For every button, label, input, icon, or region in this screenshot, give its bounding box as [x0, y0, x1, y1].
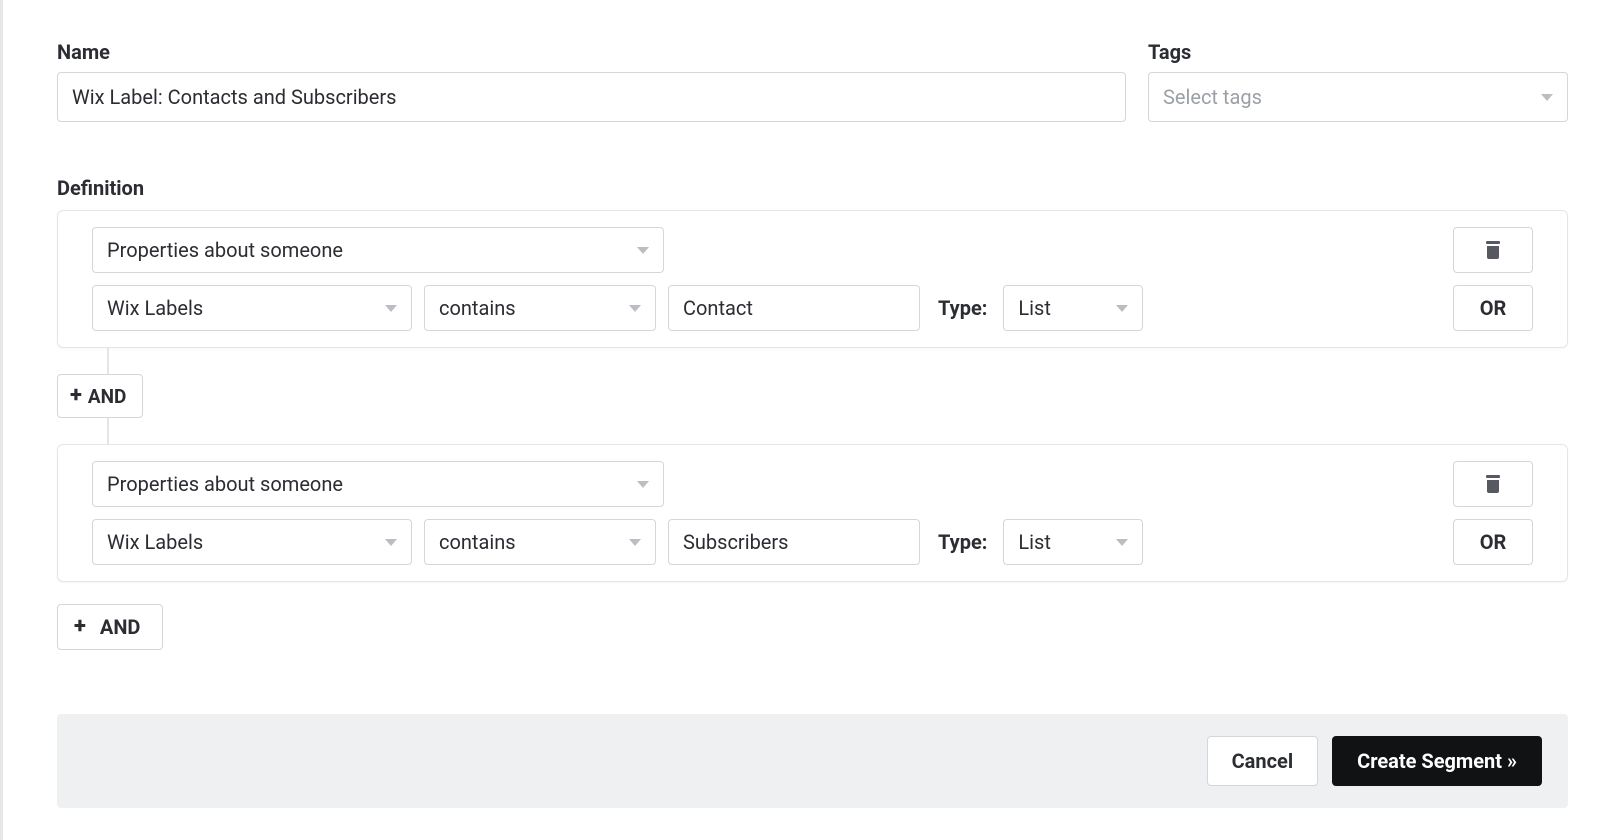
plus-icon: + — [70, 385, 82, 407]
cancel-button-label: Cancel — [1232, 749, 1294, 773]
block-top-row: Properties about someone — [92, 227, 1533, 273]
trash-icon — [1485, 241, 1501, 259]
delete-block-button[interactable] — [1453, 461, 1533, 507]
or-button[interactable]: OR — [1453, 285, 1533, 331]
type-label: Type: — [938, 530, 987, 554]
definition-block-wrap: Properties about someone Wix Labels cont… — [57, 444, 1622, 582]
delete-block-button[interactable] — [1453, 227, 1533, 273]
chevron-down-icon — [637, 481, 649, 488]
cancel-button[interactable]: Cancel — [1207, 736, 1319, 786]
operator-select-value: contains — [439, 530, 619, 554]
and-pill-label: AND — [88, 385, 127, 408]
chevron-down-icon — [1116, 539, 1128, 546]
definition-block-wrap: Properties about someone Wix Labels cont… — [57, 210, 1622, 348]
segment-builder-page: Name Tags Select tags Definition Propert… — [0, 0, 1622, 840]
name-label: Name — [57, 40, 1126, 64]
name-input[interactable] — [57, 72, 1126, 122]
chevron-down-icon — [1116, 305, 1128, 312]
type-select[interactable]: List — [1003, 285, 1143, 331]
chevron-down-icon — [629, 305, 641, 312]
property-select-value: Wix Labels — [107, 530, 375, 554]
add-and-label: AND — [100, 615, 141, 639]
tags-select[interactable]: Select tags — [1148, 72, 1568, 122]
block-condition-row: Wix Labels contains Type: List OR — [92, 285, 1533, 331]
chevron-down-icon — [385, 305, 397, 312]
chevron-down-icon — [1541, 94, 1553, 101]
tags-label: Tags — [1148, 40, 1568, 64]
source-select-value: Properties about someone — [107, 472, 627, 496]
tags-placeholder: Select tags — [1163, 85, 1531, 109]
and-pill[interactable]: + AND — [57, 374, 143, 418]
and-connector: + AND — [57, 348, 1568, 444]
or-button-label: OR — [1480, 530, 1507, 554]
block-top-row: Properties about someone — [92, 461, 1533, 507]
operator-select[interactable]: contains — [424, 519, 656, 565]
type-label: Type: — [938, 296, 987, 320]
operator-select[interactable]: contains — [424, 285, 656, 331]
create-segment-button-label: Create Segment » — [1357, 749, 1517, 773]
chevron-down-icon — [385, 539, 397, 546]
add-and-row: + AND — [57, 604, 1622, 650]
definition-block: Properties about someone Wix Labels cont… — [57, 210, 1568, 348]
property-select[interactable]: Wix Labels — [92, 519, 412, 565]
value-input[interactable] — [668, 285, 920, 331]
property-select[interactable]: Wix Labels — [92, 285, 412, 331]
type-select-value: List — [1018, 530, 1106, 554]
plus-icon: + — [74, 616, 86, 638]
tags-field-group: Tags Select tags — [1148, 40, 1568, 122]
block-condition-row: Wix Labels contains Type: List OR — [92, 519, 1533, 565]
trash-icon — [1485, 475, 1501, 493]
type-select-value: List — [1018, 296, 1106, 320]
or-button-label: OR — [1480, 296, 1507, 320]
definition-block: Properties about someone Wix Labels cont… — [57, 444, 1568, 582]
value-input[interactable] — [668, 519, 920, 565]
footer-actions: Cancel Create Segment » — [57, 714, 1568, 808]
top-row: Name Tags Select tags — [57, 0, 1622, 122]
type-select[interactable]: List — [1003, 519, 1143, 565]
source-select-value: Properties about someone — [107, 238, 627, 262]
name-field-group: Name — [57, 40, 1126, 122]
and-connector-wrap: + AND — [57, 348, 1622, 444]
chevron-down-icon — [637, 247, 649, 254]
add-and-button[interactable]: + AND — [57, 604, 163, 650]
or-button[interactable]: OR — [1453, 519, 1533, 565]
property-select-value: Wix Labels — [107, 296, 375, 320]
create-segment-button[interactable]: Create Segment » — [1332, 736, 1542, 786]
chevron-down-icon — [629, 539, 641, 546]
source-select[interactable]: Properties about someone — [92, 227, 664, 273]
operator-select-value: contains — [439, 296, 619, 320]
source-select[interactable]: Properties about someone — [92, 461, 664, 507]
definition-heading: Definition — [57, 176, 1622, 200]
